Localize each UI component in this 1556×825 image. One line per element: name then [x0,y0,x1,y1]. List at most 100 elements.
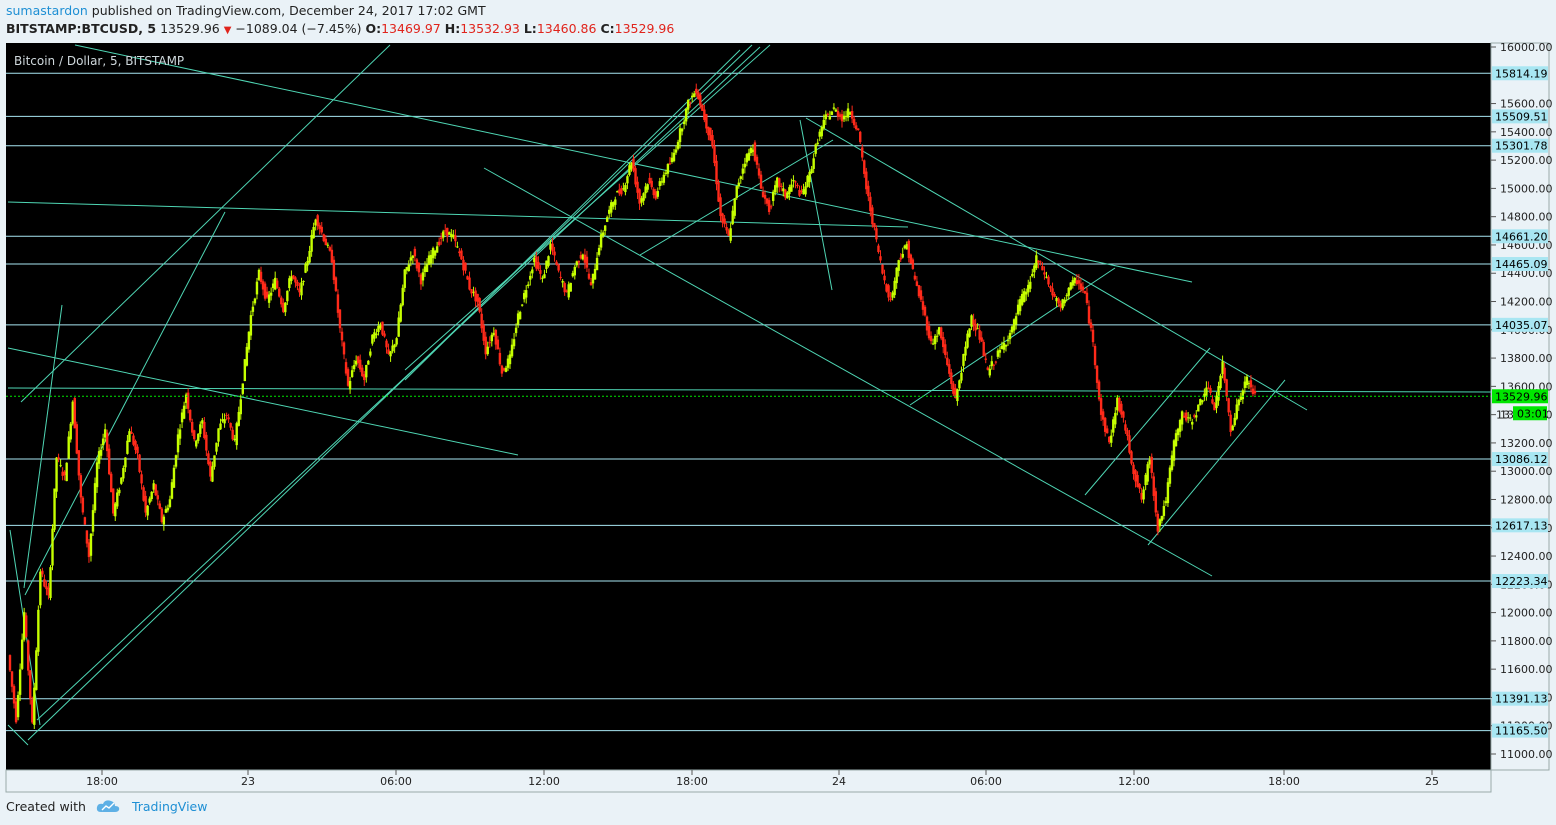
candle-body [37,609,40,652]
tradingview-link[interactable]: TradingView [132,799,208,814]
candle-body [334,277,338,291]
candle-body [1039,261,1042,263]
candle-body [241,383,245,394]
candle-body [278,288,281,297]
candle-body [130,431,133,434]
candle-body [875,228,878,240]
candle-body [10,671,14,687]
candle-body [1154,491,1157,513]
candle-body [338,309,342,329]
candle-body [816,142,819,145]
candle-body [1063,299,1066,304]
candle-body [935,335,939,337]
candle-body [389,351,392,357]
candle-body [12,686,16,704]
candle-body [668,163,672,165]
candle-body [1227,398,1230,413]
candle-body [1049,286,1052,289]
candle-body [41,570,44,575]
candle-body [735,186,738,199]
candle-body [168,499,172,507]
candle-body [1128,435,1131,453]
candle-body [395,338,398,345]
candle-body [871,207,874,225]
candle-body [1209,388,1212,393]
candle-body [460,250,463,260]
candle-body [498,352,502,365]
candle-body [326,244,330,246]
candle-body [820,127,823,137]
candle-body [156,495,159,500]
candle-body [1126,430,1129,436]
candle-body [1241,390,1245,400]
candle-body [456,246,459,248]
candle-body [286,290,289,302]
candle-body [182,405,186,419]
candle-body [296,282,299,286]
candle-body [705,114,708,129]
candle-body [435,246,439,253]
level-label: 15509.51 [1495,110,1548,123]
candle-body [223,419,226,424]
candle-body [873,223,876,228]
candle-body [193,430,196,440]
candle-body [1110,435,1113,443]
candle-body [464,262,467,271]
candle-body [407,264,410,272]
candle-body [573,266,576,276]
candle-body [118,489,121,494]
countdown-label: 03:01 [1517,407,1549,420]
candle-body [35,650,38,690]
candle-body [488,342,491,344]
candle-body [51,528,54,566]
candle-body [1041,266,1044,271]
candle-body [1166,482,1170,504]
candle-body [1235,404,1238,419]
candle-body [381,321,384,335]
candle-body [812,158,815,169]
candle-body [994,361,998,363]
candle-body [367,360,370,365]
candle-body [320,226,323,233]
y-tick-label: 12400.00 [1500,550,1553,563]
candle-body [1223,367,1226,381]
candle-body [267,294,271,303]
x-tick-label: 06:00 [970,775,1002,788]
candle-body [828,116,832,120]
candle-body [27,640,30,671]
price-chart[interactable]: Bitcoin / Dollar, 5, BITSTAMP 16000.00 15… [0,0,1556,825]
candle-body [767,200,771,212]
candle-body [255,281,259,295]
candle-body [790,184,793,192]
candle-body [988,368,991,376]
candle-body [676,141,680,149]
candle-body [531,269,534,274]
candle-body [126,440,129,454]
candle-body [211,466,214,482]
candle-body [810,168,813,173]
candle-body [597,247,601,255]
candle-body [150,491,153,500]
candle-body [1146,464,1149,482]
candle-body [1081,286,1085,291]
x-tick-label: 23 [241,775,255,788]
candle-body [213,455,216,467]
candle-body [729,228,732,241]
candle-body [887,285,890,298]
candle-body [439,237,443,240]
candle-body [561,281,564,283]
candle-body [316,215,319,227]
candle-body [18,669,22,695]
candle-body [950,372,953,385]
candle-body [249,315,253,336]
candle-body [225,415,228,417]
level-label: 15301.78 [1495,140,1548,153]
candle-body [393,344,396,348]
candle-body [998,349,1002,353]
candle-body [601,232,605,236]
candle-body [1225,379,1228,397]
candle-body [662,174,666,183]
y-tick-label: 11600.00 [1500,663,1553,676]
candle-body [757,168,761,176]
candle-body [425,264,429,272]
